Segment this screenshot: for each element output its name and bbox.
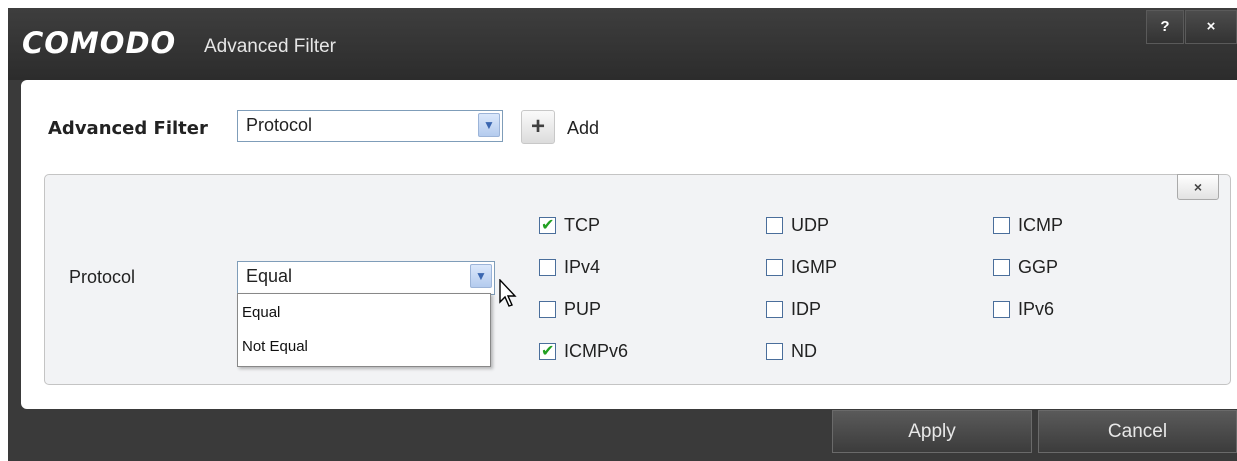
filter-type-select[interactable]: Protocol ▼ [237,110,503,142]
protocol-label[interactable]: IGMP [791,257,837,278]
advanced-filter-window: COMODO Advanced Filter ? × Advanced Filt… [8,8,1237,461]
dropdown-option-not-equal[interactable]: Not Equal [242,338,308,355]
protocol-label[interactable]: TCP [564,215,600,236]
unchecked-box-icon[interactable] [766,217,783,234]
filter-type-value: Protocol [246,115,313,135]
add-button[interactable]: + [521,110,555,144]
unchecked-box-icon[interactable] [766,301,783,318]
unchecked-box-icon[interactable] [766,343,783,360]
advanced-filter-label: Advanced Filter [48,118,208,139]
remove-filter-button[interactable]: × [1177,174,1219,200]
chevron-down-icon[interactable]: ▼ [478,113,500,137]
protocol-label[interactable]: UDP [791,215,829,236]
protocol-label[interactable]: IDP [791,299,821,320]
comodo-logo: COMODO [22,26,177,60]
unchecked-box-icon[interactable] [766,259,783,276]
protocol-label[interactable]: IPv4 [564,257,600,278]
chevron-down-icon[interactable]: ▼ [470,264,492,288]
protocol-label[interactable]: PUP [564,299,601,320]
protocol-label[interactable]: IPv6 [1018,299,1054,320]
checkmark-icon: ✔ [541,217,555,234]
unchecked-box-icon[interactable] [539,301,556,318]
protocol-label[interactable]: ICMP [1018,215,1063,236]
help-button[interactable]: ? [1146,10,1184,44]
unchecked-box-icon[interactable] [993,217,1010,234]
title-bar: COMODO Advanced Filter ? × [8,8,1237,80]
condition-select[interactable]: Equal ▼ [237,261,495,295]
checked-box-icon[interactable]: ✔ [539,217,556,234]
close-window-button[interactable]: × [1185,10,1237,44]
protocol-label[interactable]: GGP [1018,257,1058,278]
plus-icon: + [530,113,545,140]
cancel-button[interactable]: Cancel [1038,410,1237,453]
protocol-label[interactable]: ICMPv6 [564,341,628,362]
window-title: Advanced Filter [204,36,337,57]
unchecked-box-icon[interactable] [993,259,1010,276]
protocol-label: Protocol [69,267,136,287]
unchecked-box-icon[interactable] [993,301,1010,318]
checked-box-icon[interactable]: ✔ [539,343,556,360]
mouse-cursor-icon [499,279,517,307]
add-label[interactable]: Add [567,118,599,139]
checkmark-icon: ✔ [541,343,555,360]
dropdown-option-equal[interactable]: Equal [242,304,280,321]
apply-button[interactable]: Apply [832,410,1032,453]
protocol-filter-panel: × Protocol Equal ▼ Equal Not Equal ✔ TCP U… [44,174,1231,385]
condition-dropdown-list: Equal Not Equal [237,293,491,367]
protocol-label[interactable]: ND [791,341,817,362]
dialog-content: Advanced Filter Protocol ▼ + Add × Proto… [21,80,1237,409]
unchecked-box-icon[interactable] [539,259,556,276]
condition-value: Equal [246,266,293,286]
